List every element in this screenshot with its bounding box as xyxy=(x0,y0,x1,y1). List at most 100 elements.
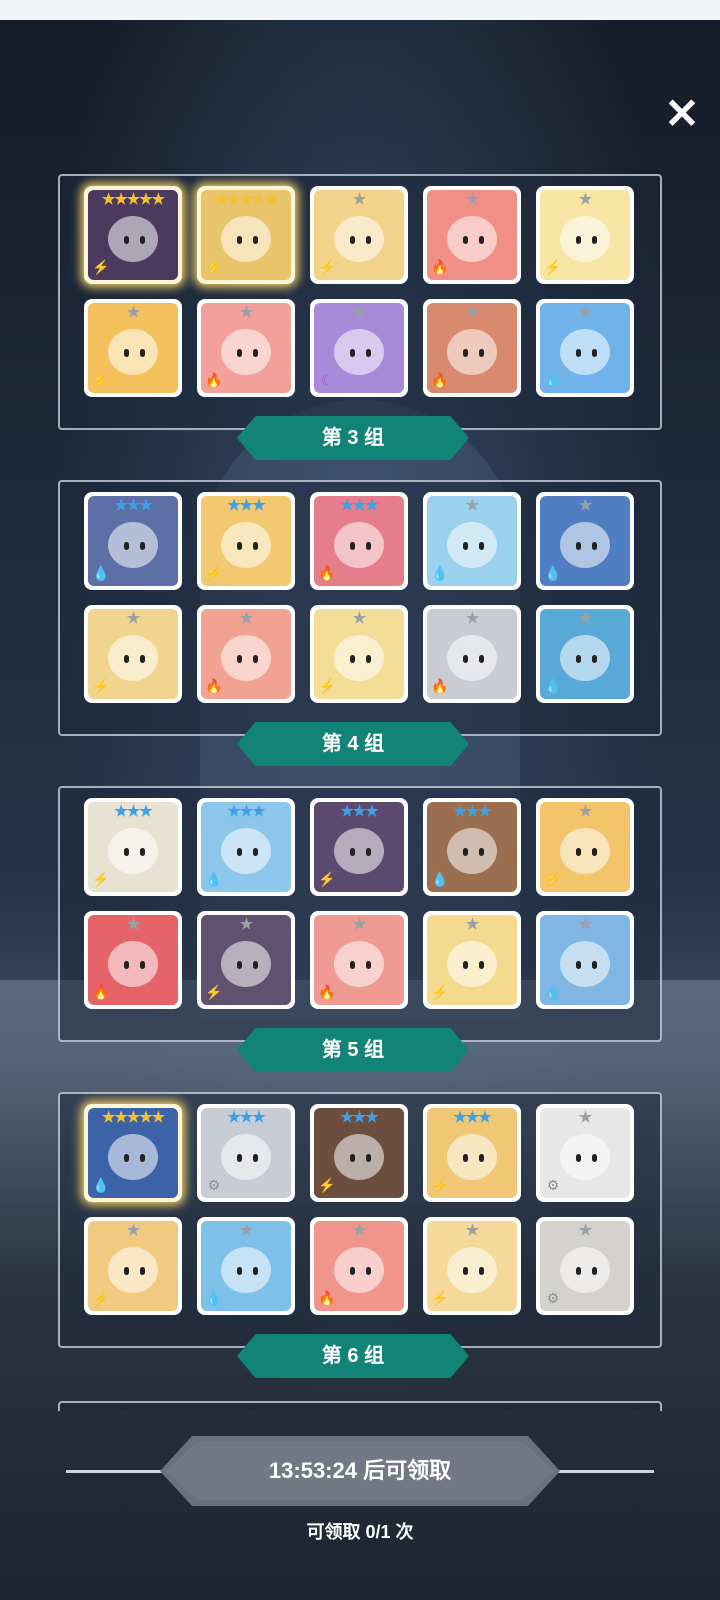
hero-eye xyxy=(463,848,468,856)
star-rating: ★ xyxy=(239,610,253,627)
hero-eye xyxy=(237,349,242,357)
hero-portrait: ★ ⚙ xyxy=(540,1221,630,1311)
star-rating: ★ xyxy=(578,1109,592,1126)
hero-eye xyxy=(576,1154,581,1162)
hero-card[interactable]: ★ ⚡ xyxy=(84,1217,182,1315)
hero-card[interactable]: ★★★ ⚡ xyxy=(84,798,182,896)
hero-card[interactable]: ★ 💧 xyxy=(536,299,634,397)
hero-card[interactable]: ★ ⚡ xyxy=(423,1217,521,1315)
hero-card[interactable]: ★★★ ⚡ xyxy=(310,1104,408,1202)
hero-card[interactable]: ★ 🔥 xyxy=(310,911,408,1009)
hero-eye xyxy=(124,1154,129,1162)
hero-card[interactable]: ★ ⚡ xyxy=(84,299,182,397)
star-rating: ★★★ xyxy=(453,1109,491,1126)
hero-head xyxy=(221,1247,271,1293)
hero-eye xyxy=(592,349,597,357)
hero-portrait: ★★★ ⚡ xyxy=(314,1108,404,1198)
hero-card[interactable]: ★★★ ⚙ xyxy=(197,1104,295,1202)
hero-card[interactable]: ★ 💧 xyxy=(536,492,634,590)
hero-eye xyxy=(253,961,258,969)
divider-line-right xyxy=(554,1470,654,1473)
hero-card[interactable]: ★ 🔥 xyxy=(197,605,295,703)
hero-head xyxy=(334,635,384,681)
hero-card[interactable]: ★ 💧 xyxy=(536,911,634,1009)
star-rating: ★★★ xyxy=(114,497,152,514)
hero-card[interactable]: ★ 🔥 xyxy=(84,911,182,1009)
star-rating: ★ xyxy=(578,1222,592,1239)
hero-portrait: ★ ⚡ xyxy=(540,190,630,280)
hero-card[interactable]: ★ ⚡ xyxy=(536,798,634,896)
star-rating: ★ xyxy=(126,916,140,933)
element-icon: 🔥 xyxy=(205,678,223,694)
hero-card[interactable]: ★ ⚡ xyxy=(423,911,521,1009)
hero-card[interactable]: ★ ⚡ xyxy=(84,605,182,703)
hero-portrait: ★★★ 🔥 xyxy=(314,496,404,586)
element-icon: ⚙ xyxy=(546,1290,560,1306)
hero-card[interactable]: ★ 🔥 xyxy=(423,605,521,703)
star-rating: ★ xyxy=(578,916,592,933)
hero-card[interactable]: ★ 💧 xyxy=(197,1217,295,1315)
hero-eye xyxy=(124,848,129,856)
hero-card[interactable]: ★ ⚙ xyxy=(536,1104,634,1202)
hero-eye xyxy=(366,349,371,357)
hero-card[interactable]: ★ 🔥 xyxy=(197,299,295,397)
hero-eye xyxy=(479,848,484,856)
hero-portrait: ★ ⚡ xyxy=(540,802,630,892)
star-rating: ★★★ xyxy=(340,803,378,820)
claim-timer-label: 13:53:24 后可领取 xyxy=(268,1458,452,1483)
star-rating: ★★★ xyxy=(227,803,265,820)
hero-card[interactable]: ★ 🔥 xyxy=(423,299,521,397)
hero-portrait: ★ 🔥 xyxy=(314,1221,404,1311)
hero-card[interactable]: ★★★ 💧 xyxy=(423,798,521,896)
hero-card[interactable]: ★ 🔥 xyxy=(423,186,521,284)
hero-card[interactable]: ★ ⚙ xyxy=(536,1217,634,1315)
hero-eye xyxy=(124,1267,129,1275)
element-icon: 🔥 xyxy=(318,1290,336,1306)
element-icon: ⚡ xyxy=(92,1290,110,1306)
hero-eye xyxy=(592,542,597,550)
hero-head xyxy=(108,522,158,568)
hero-head xyxy=(560,828,610,874)
hero-card[interactable]: ★★★ 💧 xyxy=(84,492,182,590)
hero-card[interactable]: ★ 💧 xyxy=(536,605,634,703)
star-rating: ★ xyxy=(352,916,366,933)
hero-eye xyxy=(253,1154,258,1162)
hero-eye xyxy=(576,236,581,244)
close-icon[interactable]: ✕ xyxy=(660,92,704,136)
hero-card[interactable]: ★★★ 💧 xyxy=(197,798,295,896)
hero-card[interactable]: ★★★ ⚡ xyxy=(197,492,295,590)
hero-card[interactable]: ★ 🔥 xyxy=(310,1217,408,1315)
hero-card[interactable]: ★★★★★ ⚡ xyxy=(197,186,295,284)
hero-head xyxy=(447,329,497,375)
star-rating: ★ xyxy=(465,304,479,321)
hero-head xyxy=(334,329,384,375)
hero-card[interactable]: ★ ⚡ xyxy=(310,186,408,284)
star-rating: ★ xyxy=(465,497,479,514)
hero-head xyxy=(221,941,271,987)
hero-head xyxy=(334,216,384,262)
hero-eye xyxy=(366,848,371,856)
hero-eye xyxy=(140,1154,145,1162)
hero-card[interactable]: ★★★★★ ⚡ xyxy=(84,186,182,284)
hero-eye xyxy=(366,655,371,663)
hero-card[interactable]: ★★★ ⚡ xyxy=(310,798,408,896)
hero-card[interactable]: ★★★★★ 💧 xyxy=(84,1104,182,1202)
hero-eye xyxy=(124,655,129,663)
hero-eye xyxy=(140,542,145,550)
star-rating: ★ xyxy=(465,191,479,208)
star-rating: ★★★ xyxy=(340,1109,378,1126)
claim-count-label: 可领取 0/1 次 xyxy=(306,1522,414,1542)
hero-card[interactable]: ★★★ 🔥 xyxy=(310,492,408,590)
element-icon: ⚡ xyxy=(431,1290,449,1306)
hero-card[interactable]: ★ ☾ xyxy=(310,299,408,397)
hero-card[interactable]: ★ ⚡ xyxy=(197,911,295,1009)
hero-eye xyxy=(124,961,129,969)
hero-card[interactable]: ★ 💧 xyxy=(423,492,521,590)
hero-card[interactable]: ★ ⚡ xyxy=(536,186,634,284)
element-icon: ⚡ xyxy=(92,871,110,887)
hero-eye xyxy=(366,1154,371,1162)
hero-card[interactable]: ★ ⚡ xyxy=(310,605,408,703)
element-icon: 🔥 xyxy=(318,984,336,1000)
element-icon: ⚡ xyxy=(318,1177,336,1193)
hero-card[interactable]: ★★★ ⚡ xyxy=(423,1104,521,1202)
